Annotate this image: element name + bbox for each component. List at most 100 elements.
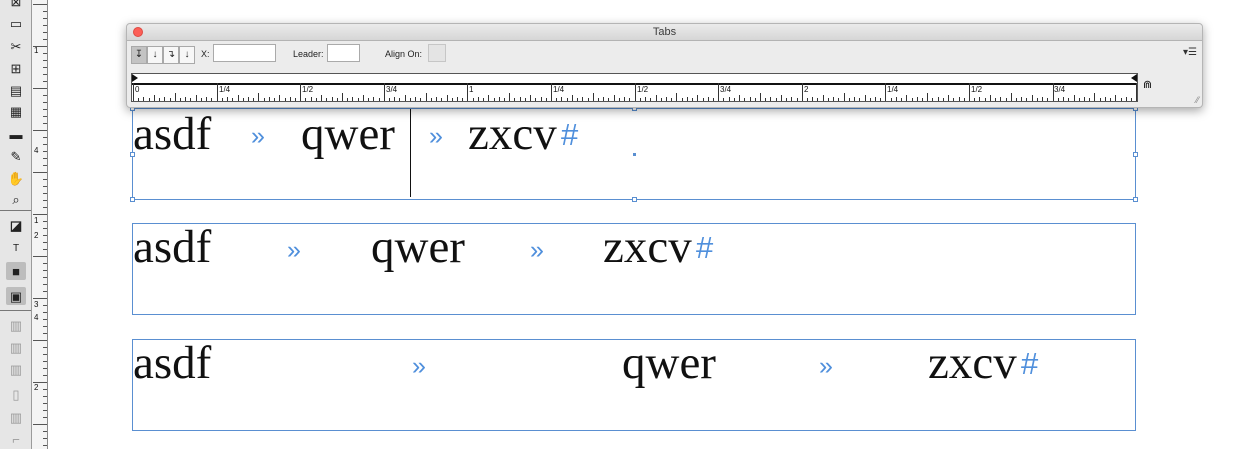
toolbox-divider	[0, 210, 31, 211]
text-frame-selected[interactable]: asdf » qwer » zxcv #	[130, 106, 1138, 202]
ruler-tick	[138, 98, 140, 101]
note-tool-icon[interactable]: ▬	[6, 125, 26, 143]
ruler-tick	[1021, 97, 1023, 101]
align-to-decimal-tab-button[interactable]: ↓	[179, 46, 195, 64]
hand-tool-icon[interactable]: ✋	[6, 169, 26, 187]
ruler-tick	[43, 221, 47, 222]
ruler-tick	[43, 228, 47, 229]
ruler-tick	[477, 97, 479, 101]
text-word[interactable]: qwer	[622, 340, 716, 387]
ruler-tick	[1073, 95, 1075, 101]
ruler-tick	[43, 284, 47, 285]
apply-color-icon[interactable]: ■	[6, 262, 26, 280]
right-justified-tab-button[interactable]: ↴	[163, 46, 179, 64]
gradient-tool-icon[interactable]: ▤	[6, 81, 26, 99]
fill-stroke-icon[interactable]: ◪	[6, 216, 26, 234]
ruler-tick	[608, 98, 610, 101]
ruler-tick	[159, 98, 161, 101]
ruler-tick	[43, 354, 47, 355]
frame-center-point	[633, 153, 636, 156]
ruler-tick	[1005, 98, 1007, 101]
ruler-tick	[911, 98, 913, 101]
position-panel-above-frame-button[interactable]: ⋒	[1141, 79, 1154, 92]
rectangle-tool-icon[interactable]: ▭	[6, 14, 26, 32]
scissors-tool-icon[interactable]: ✂	[6, 37, 26, 55]
ruler-tick	[242, 98, 244, 101]
ruler-tick	[571, 95, 573, 101]
panel-menu-icon[interactable]: ▾☰	[1183, 47, 1197, 58]
ruler-tick	[1136, 83, 1137, 101]
ruler-tick	[368, 98, 370, 101]
ruler-tick	[148, 98, 150, 101]
text-word[interactable]: qwer	[301, 111, 395, 158]
ruler-tick	[921, 98, 923, 101]
panel-title-bar[interactable]: Tabs	[127, 24, 1202, 41]
frame-handle[interactable]	[1133, 197, 1138, 202]
vertical-ruler[interactable]: 1 4 1 2 3 4 2	[32, 0, 48, 449]
leader-input[interactable]	[327, 44, 360, 62]
ruler-tick	[488, 95, 490, 101]
x-position-input[interactable]	[213, 44, 276, 62]
frame-handle[interactable]	[1133, 152, 1138, 157]
right-indent-marker[interactable]	[1131, 74, 1137, 82]
tab-ruler-label: 0	[135, 85, 140, 94]
text-frame[interactable]: asdf » qwer » zxcv #	[132, 223, 1136, 315]
text-word[interactable]: zxcv	[603, 224, 692, 271]
ruler-tick	[723, 98, 725, 101]
ruler-tick	[43, 193, 47, 194]
ruler-tick	[1068, 98, 1070, 101]
eyedropper-tool-icon[interactable]: ✎	[6, 147, 26, 165]
gradient-feather-tool-icon[interactable]: ▦	[6, 102, 26, 120]
text-word[interactable]: zxcv	[468, 111, 557, 158]
ruler-tick	[258, 93, 260, 101]
ruler-tick	[43, 116, 47, 117]
ruler-tick	[294, 98, 296, 101]
tab-ruler[interactable]: 0 1/4 1/2 3/4 1 1/4 1/2 3/4 2 1/4 1/2 3/…	[131, 73, 1138, 102]
ruler-tick	[263, 98, 265, 101]
ruler-tick	[1042, 97, 1044, 101]
text-word[interactable]: asdf	[133, 224, 211, 271]
ruler-tick	[43, 200, 47, 201]
formatting-affects-icon[interactable]: T	[6, 240, 26, 258]
text-frame[interactable]: asdf » qwer » zxcv #	[132, 339, 1136, 431]
screen-mode-icon[interactable]: ▣	[6, 287, 26, 305]
ruler-tick	[979, 97, 981, 101]
resize-grip-icon[interactable]: ⁄⁄	[1196, 95, 1199, 105]
text-word[interactable]: zxcv	[928, 340, 1017, 387]
ruler-tick	[932, 98, 934, 101]
ruler-tick	[33, 340, 47, 341]
free-transform-tool-icon[interactable]: ⊞	[6, 59, 26, 77]
frame-handle[interactable]	[632, 197, 637, 202]
text-word[interactable]: qwer	[371, 224, 465, 271]
zoom-tool-icon[interactable]: ⌕	[6, 190, 26, 208]
frame-tool-icon[interactable]: ⊠	[6, 0, 26, 10]
left-indent-marker[interactable]	[132, 74, 138, 82]
ruler-tick	[373, 97, 375, 101]
ruler-tick	[33, 88, 47, 89]
ruler-tick	[1125, 97, 1127, 101]
ruler-tick	[712, 98, 714, 101]
ruler-tick	[378, 98, 380, 101]
ruler-tick	[760, 93, 761, 101]
ruler-tick	[1016, 98, 1018, 101]
text-word[interactable]: asdf	[133, 340, 211, 387]
text-word[interactable]: asdf	[133, 111, 211, 158]
ruler-tick	[1083, 97, 1085, 101]
ruler-tick	[1000, 97, 1002, 101]
ruler-tick	[425, 93, 427, 101]
tab-ruler-label: 1/4	[219, 85, 231, 94]
ruler-tick	[639, 98, 641, 101]
ruler-tick	[1057, 98, 1059, 101]
ruler-tick	[775, 98, 777, 101]
ruler-tick	[1031, 95, 1033, 101]
ruler-tick	[1010, 93, 1012, 101]
frame-handle[interactable]	[130, 197, 135, 202]
ruler-tick	[603, 97, 605, 101]
ruler-tick	[660, 98, 662, 101]
frame-handle[interactable]	[130, 152, 135, 157]
ruler-tick	[1110, 98, 1112, 101]
tab-ruler-label: 1/2	[971, 85, 983, 94]
left-justified-tab-button[interactable]: ↧	[131, 46, 147, 64]
center-justified-tab-button[interactable]: ↓	[147, 46, 163, 64]
tab-controls: ↧ ↓ ↴ ↓ X: Leader: Align On: ▾☰	[127, 42, 1202, 68]
